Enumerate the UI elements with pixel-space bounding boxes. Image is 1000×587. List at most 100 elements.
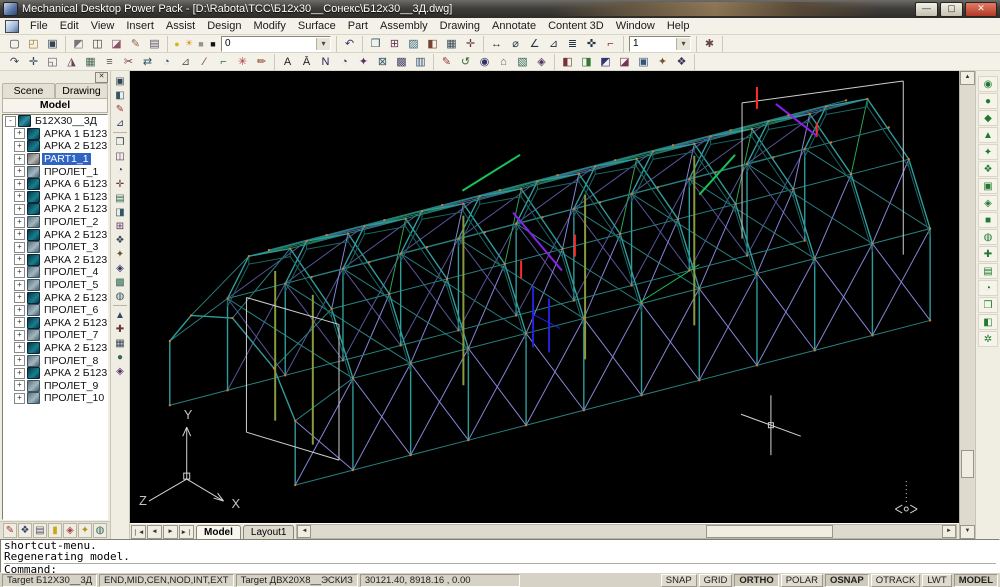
layer-lock-icon[interactable]: ■: [195, 37, 207, 50]
library-icon[interactable]: ◔: [978, 280, 998, 296]
tree-item-15[interactable]: +АРКА 2 Б1230_7: [3, 317, 107, 330]
cams-icon[interactable]: ◍: [978, 229, 998, 245]
springs-icon[interactable]: ▣: [978, 178, 998, 194]
tree-item-17[interactable]: +АРКА 2 Б1230_8: [3, 342, 107, 355]
expand-box-icon[interactable]: +: [14, 191, 25, 202]
expand-box-icon[interactable]: +: [14, 154, 25, 165]
dim-linear-icon[interactable]: ↔: [487, 35, 506, 52]
expand-box-icon[interactable]: +: [14, 267, 25, 278]
tree-item-8[interactable]: +АРКА 2 Б1230_3: [3, 228, 107, 241]
scroll-down-icon[interactable]: ▼: [960, 525, 975, 539]
tab-layout1[interactable]: Layout1: [243, 525, 295, 539]
dim-angular-icon[interactable]: ∠: [525, 35, 544, 52]
horizontal-scroll-thumb[interactable]: [706, 525, 833, 538]
make-block-icon[interactable]: ❒: [366, 35, 385, 52]
image-icon[interactable]: ⊠: [373, 53, 392, 70]
sketch-icon[interactable]: ✎: [437, 53, 456, 70]
copy-feature-icon[interactable]: ◫: [112, 149, 128, 163]
expand-box-icon[interactable]: +: [14, 380, 25, 391]
expand-box-icon[interactable]: +: [14, 242, 25, 253]
menu-item-content-3d[interactable]: Content 3D: [542, 19, 610, 33]
part-edit-icon[interactable]: ❒: [112, 135, 128, 149]
expand-box-icon[interactable]: +: [14, 292, 25, 303]
tree-item-0[interactable]: +АРКА 1 Б1230_1: [3, 128, 107, 141]
paste-icon[interactable]: ◪: [107, 35, 126, 52]
zoom-window-icon[interactable]: ✦: [354, 53, 373, 70]
clipboard-icon[interactable]: ▤: [33, 523, 47, 538]
layer-combo[interactable]: 0▾: [221, 36, 331, 52]
document-icon[interactable]: [5, 20, 19, 33]
chevron-down-icon[interactable]: ▾: [316, 38, 330, 50]
command-line-window[interactable]: shortcut-menu. Regenerating model. Comma…: [0, 539, 1000, 573]
menu-item-window[interactable]: Window: [610, 19, 661, 33]
expand-box-icon[interactable]: +: [14, 342, 25, 353]
combine-icon[interactable]: ✦: [653, 53, 672, 70]
text-icon[interactable]: A: [278, 53, 297, 70]
match-properties-icon[interactable]: ✎: [126, 35, 145, 52]
move-icon[interactable]: ✛: [24, 53, 43, 70]
part-mode-icon[interactable]: ❖: [18, 523, 32, 538]
layout-icon[interactable]: ▩: [392, 53, 411, 70]
print-icon[interactable]: ▤: [145, 35, 164, 52]
chamfer-icon[interactable]: ⊿: [176, 53, 195, 70]
expand-box-icon[interactable]: +: [14, 179, 25, 190]
expand-box-icon[interactable]: +: [14, 330, 25, 341]
options-icon[interactable]: ◈: [112, 364, 128, 378]
break-icon[interactable]: ∕: [195, 53, 214, 70]
menu-item-file[interactable]: File: [24, 19, 54, 33]
render-icon[interactable]: ◩: [69, 35, 88, 52]
menu-item-annotate[interactable]: Annotate: [486, 19, 542, 33]
tree-item-6[interactable]: +АРКА 2 Б1230_2: [3, 203, 107, 216]
explode-icon[interactable]: ✳: [233, 53, 252, 70]
update-part-icon[interactable]: ◍: [112, 289, 128, 303]
offset-icon[interactable]: ≡: [100, 53, 119, 70]
dimstyle-combo[interactable]: 1▾: [629, 36, 691, 52]
tab-scene[interactable]: Scene: [2, 83, 55, 98]
profile-dim-icon[interactable]: ⊿: [112, 116, 128, 130]
desktop-visibility-icon[interactable]: ◍: [93, 523, 107, 538]
tree-root[interactable]: -Б12X30__3Д: [3, 115, 107, 128]
menu-item-part[interactable]: Part: [342, 19, 374, 33]
fea-icon[interactable]: ❖: [978, 161, 998, 177]
extrude-icon[interactable]: ◧: [558, 53, 577, 70]
menu-item-insert[interactable]: Insert: [120, 19, 160, 33]
work-plane-icon[interactable]: ❖: [672, 53, 691, 70]
fix-point-icon[interactable]: ⌂: [494, 53, 513, 70]
menu-item-drawing[interactable]: Drawing: [434, 19, 486, 33]
tree-item-10[interactable]: +АРКА 2 Б1230_4: [3, 254, 107, 267]
tree-item-11[interactable]: +ПРОЛЕТ_4: [3, 266, 107, 279]
belts-icon[interactable]: ■: [978, 212, 998, 228]
toggle-sketch-icon[interactable]: ◧: [112, 88, 128, 102]
tree-item-19[interactable]: +АРКА 2 Б1230_9: [3, 367, 107, 380]
dimension-2d-icon[interactable]: ◈: [532, 53, 551, 70]
render-3d-icon[interactable]: ✲: [978, 331, 998, 347]
expand-box-icon[interactable]: +: [14, 128, 25, 139]
tab-nav-next-icon[interactable]: ►: [163, 525, 178, 539]
profile-icon[interactable]: ↺: [456, 53, 475, 70]
toggle-grid[interactable]: GRID: [699, 574, 733, 587]
toggle-polar[interactable]: POLAR: [781, 574, 823, 587]
scale-icon[interactable]: ◱: [43, 53, 62, 70]
rotate-icon[interactable]: ↷: [5, 53, 24, 70]
toolbody-icon[interactable]: ✚: [112, 322, 128, 336]
toggle-lwt[interactable]: LWT: [922, 574, 951, 587]
expand-box-icon[interactable]: +: [14, 166, 25, 177]
extend-icon[interactable]: ⇄: [138, 53, 157, 70]
drawing-viewport[interactable]: XYZ: [130, 71, 959, 523]
expand-box-icon[interactable]: +: [14, 204, 25, 215]
face-draft-icon[interactable]: ◨: [112, 205, 128, 219]
tree-item-9[interactable]: +ПРОЛЕТ_3: [3, 241, 107, 254]
delete-icon[interactable]: ▮: [48, 523, 62, 538]
calculation-icon[interactable]: ◧: [978, 314, 998, 330]
tree-item-7[interactable]: +ПРОЛЕТ_2: [3, 216, 107, 229]
array-icon[interactable]: ▦: [81, 53, 100, 70]
expand-box-icon[interactable]: +: [14, 254, 25, 265]
tree-item-2[interactable]: +PART1_1: [3, 153, 107, 166]
collapse-box-icon[interactable]: -: [5, 116, 16, 127]
tab-nav-last-icon[interactable]: ►❘: [179, 525, 194, 539]
expand-box-icon[interactable]: +: [14, 393, 25, 404]
open-file-icon[interactable]: ◰: [24, 35, 43, 52]
chevron-down-icon[interactable]: ▾: [676, 38, 690, 50]
tree-item-16[interactable]: +ПРОЛЕТ_7: [3, 329, 107, 342]
holes-icon[interactable]: ▲: [978, 127, 998, 143]
